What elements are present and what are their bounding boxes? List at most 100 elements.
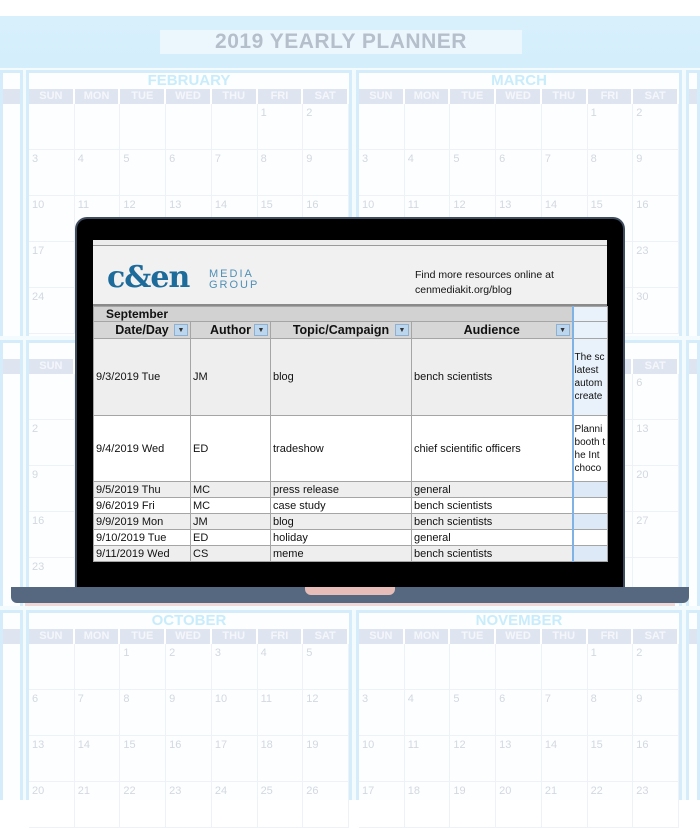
cell-description[interactable] [571, 545, 609, 562]
day-cell: 10 [359, 736, 405, 782]
day-cell [359, 644, 405, 690]
resources-note: Find more resources online at cenmediakit… [415, 268, 554, 298]
cell-audience[interactable]: general [410, 529, 574, 546]
table-row: 9/10/2019 Tue ED holiday general [93, 529, 609, 546]
cell-topic[interactable]: tradeshow [270, 415, 412, 482]
cell-description[interactable] [571, 497, 609, 514]
filter-dropdown-icon[interactable]: ▼ [395, 324, 409, 336]
day-cell: 19 [303, 736, 349, 782]
weekday-header: SUNMONTUEWEDTHUFRISAT [29, 89, 350, 104]
weekday-header: SUNMONTUEWEDTHUFRISAT [359, 629, 680, 644]
day-cell [404, 104, 451, 150]
cell-author[interactable]: JM [190, 513, 271, 530]
table-row: 9/9/2019 Mon JM blog bench scientists [93, 513, 609, 530]
cell-topic[interactable]: meme [270, 545, 412, 562]
day-cell: 1 [587, 104, 634, 150]
day-cell: 5 [450, 150, 497, 196]
cell-audience[interactable]: bench scientists [410, 497, 574, 514]
weekday-label: WED [496, 89, 542, 104]
day-cell: 8 [257, 150, 304, 196]
cell-audience[interactable]: bench scientists [410, 338, 574, 416]
filter-dropdown-icon[interactable]: ▼ [555, 324, 570, 336]
cell-author[interactable]: ED [190, 415, 271, 482]
day-cell: 1 [587, 644, 634, 690]
cell-topic[interactable]: holiday [270, 529, 412, 546]
cell-description[interactable] [571, 529, 609, 546]
day-cell: 9 [633, 150, 679, 196]
cell-date[interactable]: 9/3/2019 Tue [93, 338, 191, 416]
day-cell [29, 374, 75, 420]
day-cell: 13 [29, 736, 75, 782]
day-cell: 7 [541, 150, 588, 196]
cell-author[interactable]: JM [190, 338, 271, 416]
day-cell: 8 [120, 690, 167, 736]
cell-date[interactable]: 9/6/2019 Fri [93, 497, 191, 514]
day-cell: 21 [541, 782, 588, 828]
cell-topic[interactable]: press release [270, 481, 412, 498]
weekday-label: WED [496, 629, 542, 644]
day-cell: 4 [404, 150, 451, 196]
weekday-label: SAT [303, 89, 350, 104]
month-panel-partial [686, 70, 700, 336]
cell-description[interactable]: Planni booth the Int choco [571, 415, 609, 482]
day-cell: 30 [633, 288, 679, 334]
weekday-label: SUN [29, 629, 75, 644]
cell-audience[interactable]: chief scientific officers [410, 415, 574, 482]
filter-dropdown-icon[interactable]: ▼ [254, 324, 268, 336]
day-cell: 6 [166, 150, 212, 196]
cell-date[interactable]: 9/9/2019 Mon [93, 513, 191, 530]
cell-description[interactable] [571, 513, 609, 530]
cell-date[interactable]: 9/4/2019 Wed [93, 415, 191, 482]
desc-cell[interactable] [571, 306, 609, 322]
cell-topic[interactable]: blog [270, 338, 412, 416]
weekday-label: THU [212, 629, 258, 644]
day-cell: 1 [120, 644, 167, 690]
day-cell: 25 [257, 782, 304, 828]
day-cell: 6 [29, 690, 75, 736]
cell-description[interactable] [571, 481, 609, 498]
desc-cell[interactable] [571, 321, 609, 339]
day-cell: 5 [450, 690, 497, 736]
cell-author[interactable]: MC [190, 497, 271, 514]
day-cell [211, 104, 258, 150]
day-cell: 24 [29, 288, 75, 334]
weekday-label: SUN [29, 359, 75, 374]
weekday-label: FRI [588, 629, 634, 644]
column-header: Date/Day ▼ [93, 321, 191, 339]
month-panel-partial [686, 340, 700, 606]
weekday-header: SUNMONTUEWEDTHUFRISAT [359, 89, 680, 104]
weekday-label: THU [542, 89, 588, 104]
cell-author[interactable]: MC [190, 481, 271, 498]
day-cell: 7 [541, 690, 588, 736]
month-panel-partial [0, 340, 23, 606]
cell-audience[interactable]: bench scientists [410, 545, 574, 562]
column-header-label: Topic/Campaign [292, 323, 390, 337]
cell-author[interactable]: CS [190, 545, 271, 562]
day-cell: 11 [257, 690, 304, 736]
cell-date[interactable]: 9/5/2019 Thu [93, 481, 191, 498]
cell-description[interactable]: The sc latest autom create [571, 338, 609, 416]
day-cell: 16 [633, 196, 679, 242]
weekday-label: SUN [29, 89, 75, 104]
cell-topic[interactable]: case study [270, 497, 412, 514]
cell-author[interactable]: ED [190, 529, 271, 546]
day-cell: 5 [120, 150, 167, 196]
day-cell: 9 [166, 690, 212, 736]
resources-url[interactable]: cenmediakit.org/blog [415, 284, 512, 296]
day-cell [359, 104, 405, 150]
month-panel: OCTOBER SUN MON TUE WED THU FRI SAT 1 2 3 4 5 6 7 8 9 10 1… [26, 610, 352, 828]
day-cell: 21 [74, 782, 121, 828]
weekday-label: FRI [258, 89, 304, 104]
day-cell: 22 [587, 782, 634, 828]
weekday-label: MON [405, 89, 451, 104]
table-row: 9/4/2019 Wed ED tradeshow chief scientific … [93, 415, 609, 482]
cell-audience[interactable]: general [410, 481, 574, 498]
column-header-label: Date/Day [115, 323, 169, 337]
weekday-label: WED [166, 629, 212, 644]
cell-audience[interactable]: bench scientists [410, 513, 574, 530]
filter-dropdown-icon[interactable]: ▼ [174, 324, 188, 336]
cell-topic[interactable]: blog [270, 513, 412, 530]
day-cell: 11 [404, 736, 451, 782]
cell-date[interactable]: 9/11/2019 Wed [93, 545, 191, 562]
cell-date[interactable]: 9/10/2019 Tue [93, 529, 191, 546]
